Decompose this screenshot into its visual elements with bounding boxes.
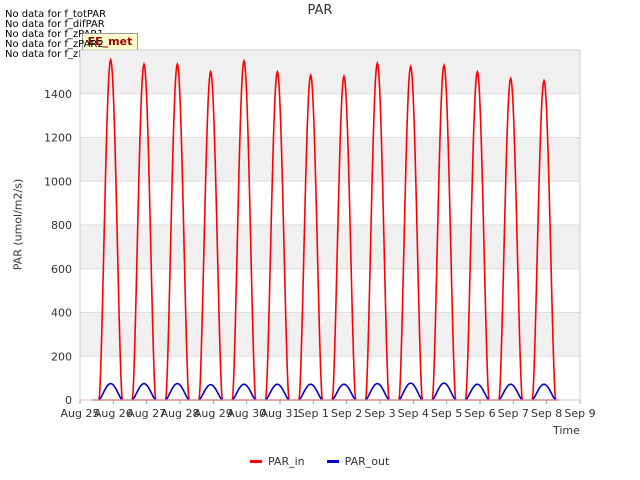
grid-band xyxy=(80,137,580,182)
grid-band xyxy=(80,312,580,357)
legend-item-par-out: PAR_out xyxy=(326,455,390,468)
x-tick-label: Sep 9 xyxy=(564,407,595,420)
y-tick-label: 1000 xyxy=(44,175,72,188)
y-tick-label: 0 xyxy=(65,394,72,407)
x-tick-label: Sep 8 xyxy=(531,407,562,420)
x-tick-label: Sep 7 xyxy=(498,407,529,420)
chart-root: PAR No data for f_totPAR No data for f_d… xyxy=(0,0,640,480)
x-tick-label: Sep 2 xyxy=(331,407,362,420)
y-tick-label: 200 xyxy=(51,350,72,363)
y-tick-label: 400 xyxy=(51,307,72,320)
y-tick-label: 1200 xyxy=(44,132,72,145)
y-tick-label: 600 xyxy=(51,263,72,276)
y-tick-label: 1400 xyxy=(44,88,72,101)
legend: PAR_in PAR_out xyxy=(250,455,389,468)
y-axis-label: PAR (umol/m2/s) xyxy=(11,178,25,271)
plot-area: 0200400600800100012001400 Aug 25Aug 26Au… xyxy=(44,49,596,420)
y-tick-label: 800 xyxy=(51,219,72,232)
x-tick-label: Sep 1 xyxy=(298,407,329,420)
legend-label-par-out: PAR_out xyxy=(344,455,390,468)
x-axis-label: Time xyxy=(553,424,580,437)
x-tick-label: Sep 3 xyxy=(364,407,395,420)
grid-band xyxy=(80,50,580,94)
x-tick-label: Sep 6 xyxy=(464,407,495,420)
legend-swatch-par-in xyxy=(250,460,262,463)
x-tick-label: Sep 5 xyxy=(431,407,462,420)
legend-item-par-in: PAR_in xyxy=(250,455,305,468)
x-tick-label: Sep 4 xyxy=(398,407,429,420)
legend-swatch-par-out xyxy=(326,460,339,463)
x-tick-label: Aug 31 xyxy=(261,407,300,420)
legend-label-par-in: PAR_in xyxy=(268,455,305,468)
